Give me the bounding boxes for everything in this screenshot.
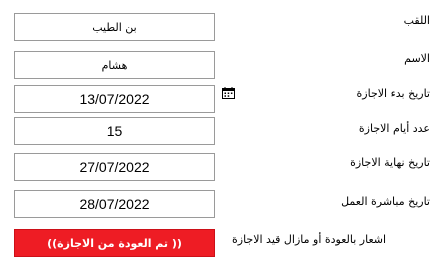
resume-date-field[interactable]: 28/07/2022 <box>14 190 215 218</box>
calendar-icon[interactable] <box>222 87 235 99</box>
days-count-label: عدد أيام الاجازة <box>358 122 430 135</box>
start-date-label: تاريخ بدء الاجازة <box>356 87 430 100</box>
start-date-field[interactable]: 13/07/2022 <box>14 85 215 113</box>
end-date-label: تاريخ نهاية الاجازة <box>350 156 430 169</box>
title-label: اللقب <box>403 14 430 27</box>
end-date-field[interactable]: 27/07/2022 <box>14 153 215 181</box>
title-field[interactable]: بن الطيب <box>14 13 215 41</box>
name-label: الاسم <box>404 52 430 65</box>
resume-date-label: تاريخ مباشرة العمل <box>341 195 430 208</box>
return-status-label: اشعار بالعودة أو مازال قيد الاجازة <box>232 233 387 246</box>
return-status-field[interactable]: (( تم العودة من الاجازة)) <box>14 229 215 257</box>
days-count-field[interactable]: 15 <box>14 117 215 145</box>
name-field[interactable]: هشام <box>14 51 215 79</box>
